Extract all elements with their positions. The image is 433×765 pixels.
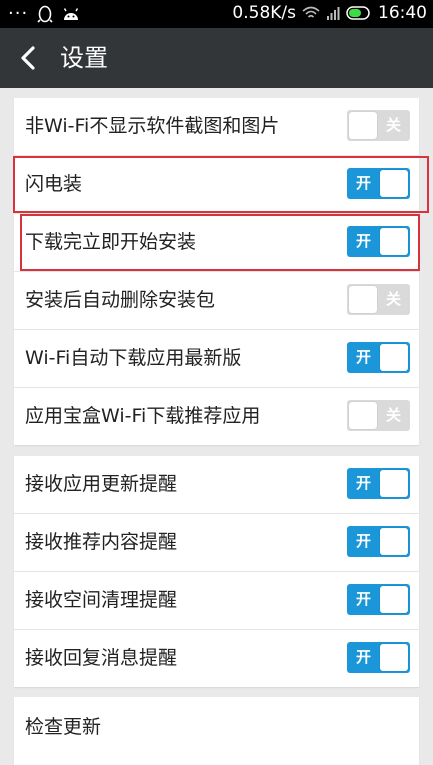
toggle-state-label: 关	[385, 116, 401, 134]
toggle-state-label: 开	[356, 174, 372, 192]
setting-row-update-reminder[interactable]: 接收应用更新提醒 开	[14, 456, 419, 514]
setting-row-delete-package[interactable]: 安装后自动删除安装包 关	[14, 272, 419, 330]
toggle-knob	[380, 344, 408, 371]
toggle-switch[interactable]: 开	[347, 584, 410, 615]
chevron-left-icon[interactable]	[14, 42, 44, 74]
toggle-switch[interactable]: 关	[347, 110, 410, 141]
toggle-state-label: 关	[385, 290, 401, 308]
page-title: 设置	[60, 44, 108, 72]
signal-icon	[327, 7, 340, 20]
toggle-switch[interactable]: 开	[347, 526, 410, 557]
setting-label: 非Wi-Fi不显示软件截图和图片	[25, 115, 280, 137]
toggle-knob	[380, 644, 408, 671]
qq-penguin-icon	[37, 5, 53, 23]
settings-section-notifications: 接收应用更新提醒 开 接收推荐内容提醒 开 接收空间清理提醒 开 接收回复消息提…	[14, 456, 419, 687]
setting-row-install-after-download[interactable]: 下载完立即开始安装 开	[14, 214, 419, 272]
settings-section-about: 检查更新	[14, 697, 419, 765]
setting-row-no-screenshots-non-wifi[interactable]: 非Wi-Fi不显示软件截图和图片 关	[14, 98, 419, 156]
more-dots-icon: ···	[8, 3, 29, 24]
toggle-switch[interactable]: 开	[347, 226, 410, 257]
android-icon	[64, 8, 79, 20]
status-bar: ··· 0.58K/s 16:40	[0, 0, 433, 28]
toggle-knob	[380, 470, 408, 497]
toggle-switch[interactable]: 开	[347, 468, 410, 499]
toggle-state-label: 开	[356, 474, 372, 492]
toggle-knob	[380, 586, 408, 613]
toggle-knob	[349, 402, 377, 429]
setting-label: 检查更新	[25, 716, 102, 738]
toggle-state-label: 开	[356, 590, 372, 608]
toggle-switch[interactable]: 开	[347, 342, 410, 373]
setting-label: 接收回复消息提醒	[25, 647, 178, 669]
status-bar-right: 0.58K/s 16:40	[232, 3, 427, 23]
toggle-switch[interactable]: 关	[347, 400, 410, 431]
network-speed: 0.58K/s	[232, 3, 296, 23]
setting-label: 接收应用更新提醒	[25, 473, 178, 495]
settings-section-download: 非Wi-Fi不显示软件截图和图片 关 闪电装 开 下载完立即开始安装 开 安装后…	[14, 98, 419, 445]
toggle-switch[interactable]: 开	[347, 168, 410, 199]
toggle-knob	[349, 112, 377, 139]
setting-row-wifi-auto-update[interactable]: Wi-Fi自动下载应用最新版 开	[14, 330, 419, 388]
setting-label: 接收空间清理提醒	[25, 589, 178, 611]
toggle-state-label: 开	[356, 348, 372, 366]
setting-row-recommend-reminder[interactable]: 接收推荐内容提醒 开	[14, 514, 419, 572]
battery-icon	[346, 6, 370, 20]
setting-label: 闪电装	[25, 173, 83, 195]
toggle-switch[interactable]: 关	[347, 284, 410, 315]
toggle-knob	[349, 286, 377, 313]
app-bar: 设置	[0, 28, 433, 88]
setting-row-check-update[interactable]: 检查更新	[14, 697, 419, 757]
setting-label: 应用宝盒Wi-Fi下载推荐应用	[25, 405, 261, 427]
toggle-knob	[380, 228, 408, 255]
clock: 16:40	[378, 3, 427, 23]
wifi-icon	[302, 6, 320, 18]
setting-row-appbox-recommend[interactable]: 应用宝盒Wi-Fi下载推荐应用 关	[14, 388, 419, 445]
status-bar-left-icons: ···	[8, 4, 80, 24]
setting-row-flash-install[interactable]: 闪电装 开	[14, 156, 419, 214]
toggle-state-label: 关	[385, 406, 401, 424]
toggle-knob	[380, 528, 408, 555]
setting-label: 安装后自动删除安装包	[25, 289, 216, 311]
toggle-switch[interactable]: 开	[347, 642, 410, 673]
toggle-knob	[380, 170, 408, 197]
setting-label: Wi-Fi自动下载应用最新版	[25, 347, 242, 369]
setting-label: 下载完立即开始安装	[25, 231, 197, 253]
setting-label: 接收推荐内容提醒	[25, 531, 178, 553]
setting-row-cleanup-reminder[interactable]: 接收空间清理提醒 开	[14, 572, 419, 630]
setting-row-reply-reminder[interactable]: 接收回复消息提醒 开	[14, 630, 419, 687]
toggle-state-label: 开	[356, 232, 372, 250]
toggle-state-label: 开	[356, 648, 372, 666]
toggle-state-label: 开	[356, 532, 372, 550]
